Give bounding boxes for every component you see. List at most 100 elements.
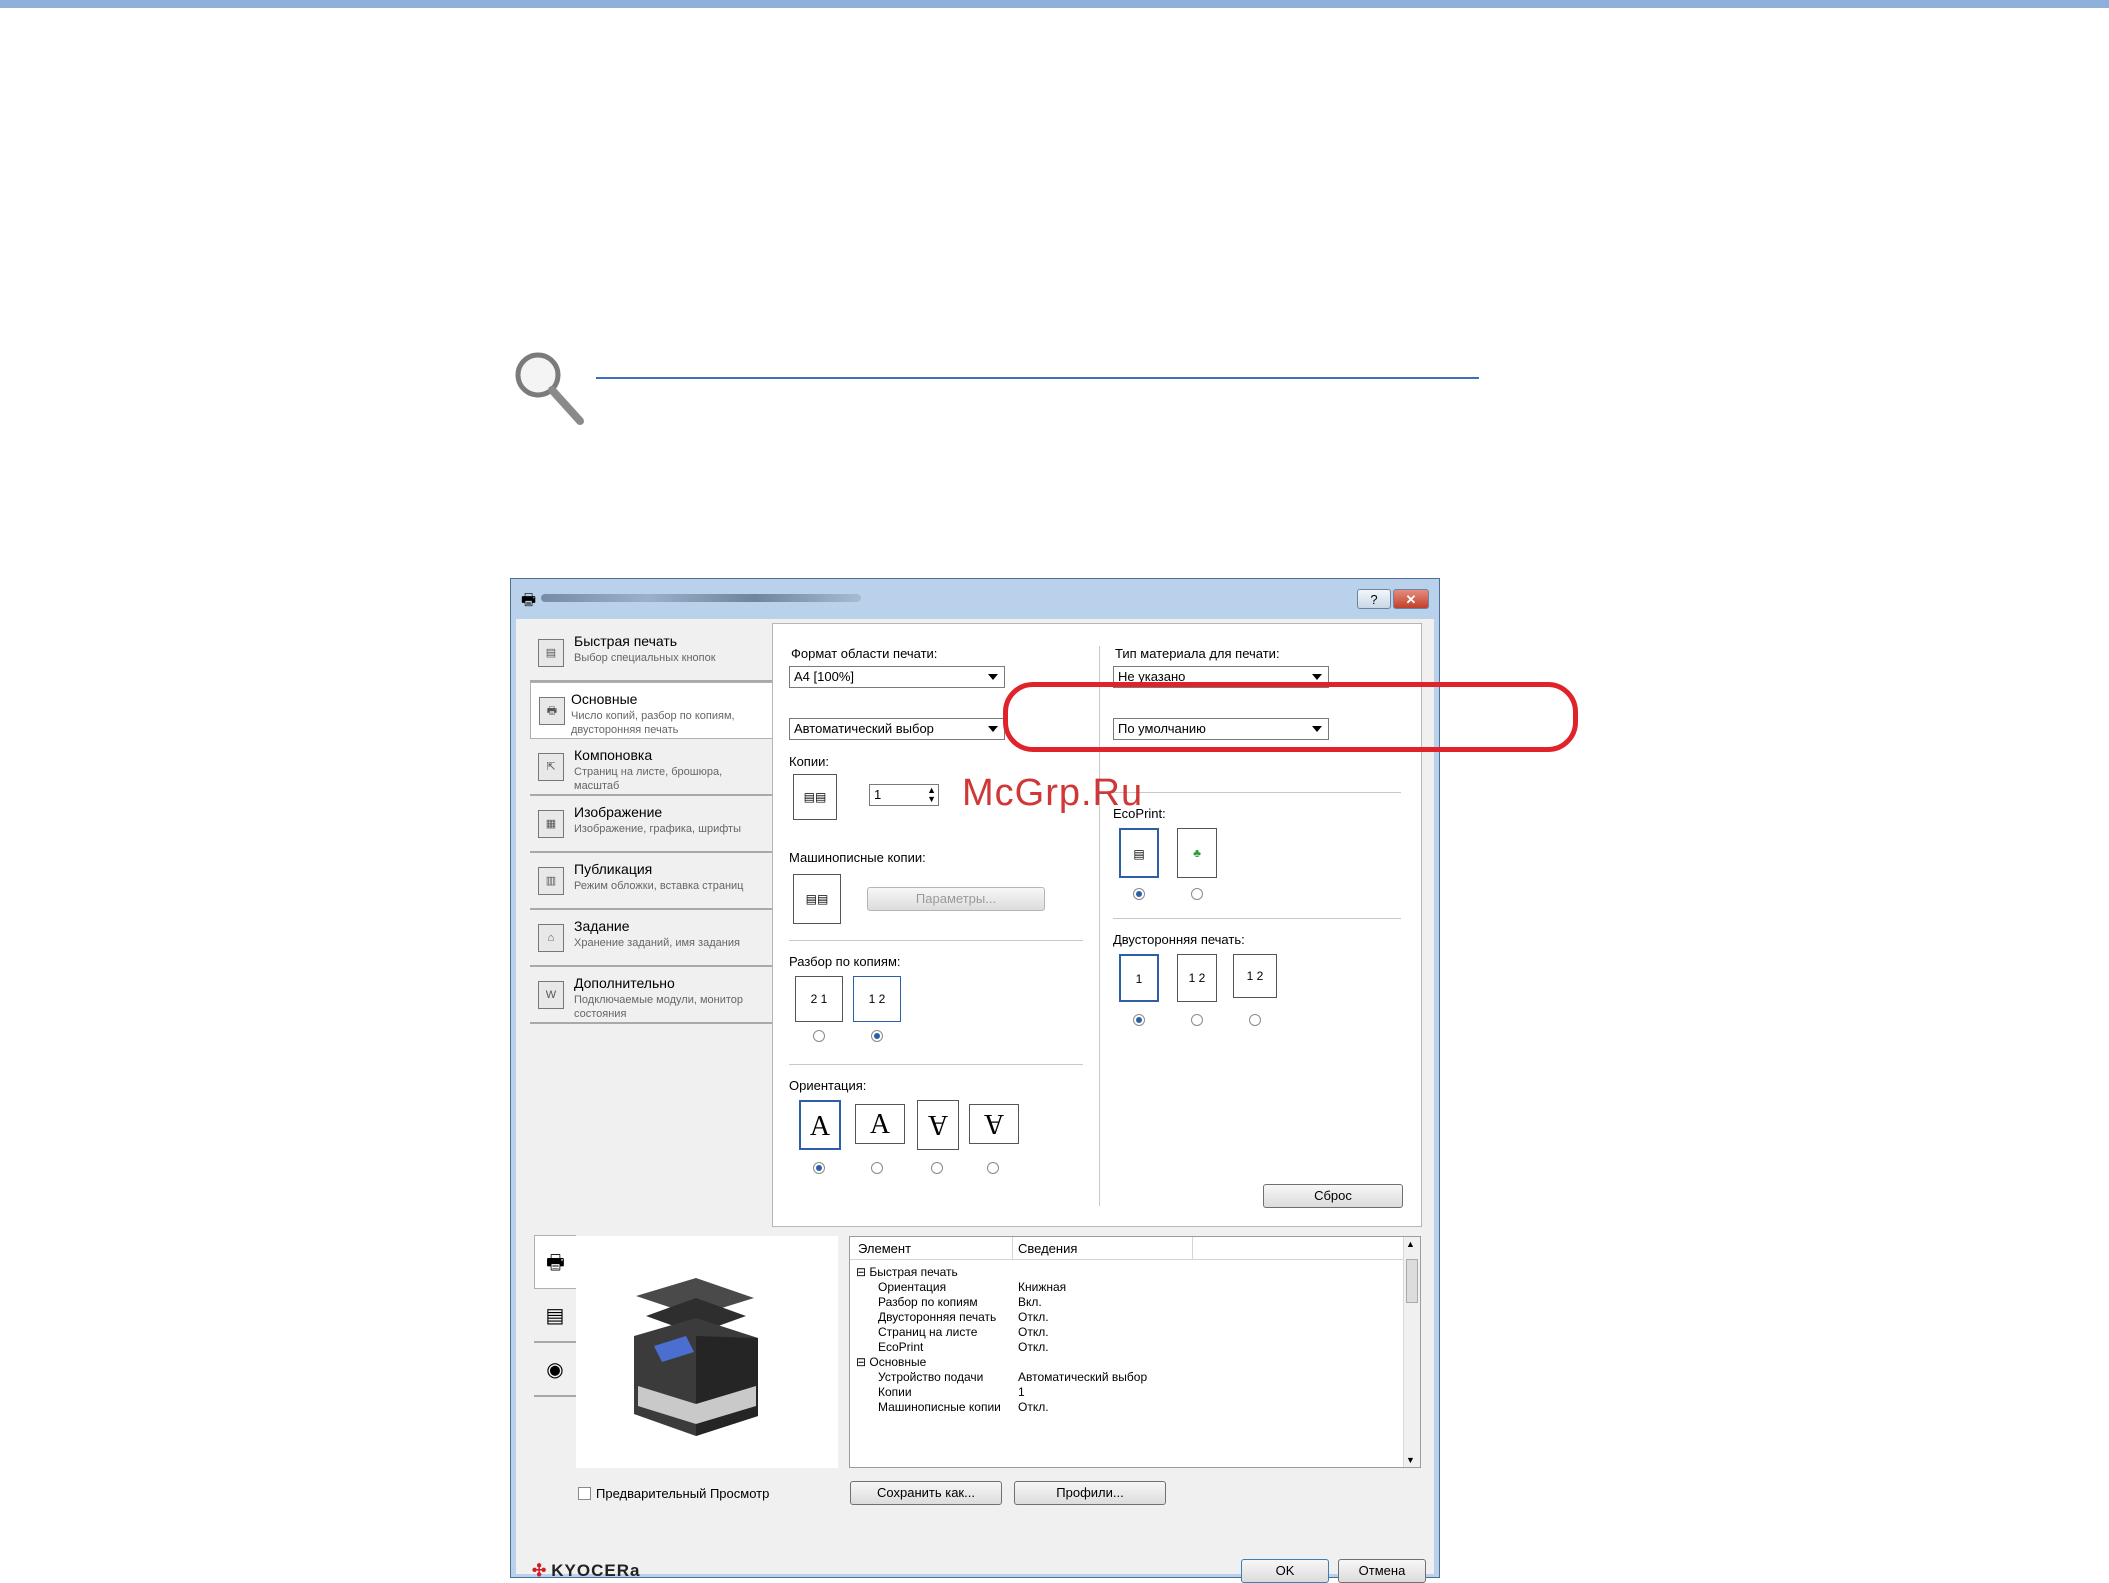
media-type-value: Не указано [1118, 669, 1186, 684]
nav-subtitle: Страниц на листе, брошюра, масштаб [574, 766, 723, 792]
layout-icon: ⇱ [538, 753, 564, 781]
ok-button[interactable]: OK [1241, 1559, 1329, 1583]
orientation-landscape-rotated-radio[interactable] [987, 1162, 999, 1174]
divider [789, 1064, 1083, 1065]
collate-off-radio[interactable] [813, 1030, 825, 1042]
duplex-off-icon: 1 [1119, 954, 1159, 1002]
nav-item-advanced[interactable]: W Дополнительно Подключаемые модули, мон… [530, 967, 772, 1024]
print-size-label: Формат области печати: [791, 646, 938, 661]
publishing-icon: ▥ [538, 867, 564, 895]
nav-subtitle: Изображение, графика, шрифты [574, 823, 741, 835]
nav-item-layout[interactable]: ⇱ Компоновка Страниц на листе, брошюра, … [530, 739, 772, 796]
chevron-down-icon [1312, 674, 1322, 680]
summary-value: Откл. [1018, 1325, 1049, 1339]
title-bar: 🖶 ? ✕ [511, 579, 1439, 619]
summary-value: Автоматический выбор [1018, 1370, 1148, 1384]
image-icon: ▦ [538, 810, 564, 838]
nav-subtitle: Подключаемые модули, монитор состояния [574, 994, 744, 1020]
chevron-down-icon [988, 726, 998, 732]
chevron-down-icon [988, 674, 998, 680]
params-button[interactable]: Параметры... [867, 887, 1045, 911]
paper-source-value: Автоматический выбор [794, 721, 934, 736]
carbon-copies-label: Машинописные копии: [789, 850, 926, 865]
dialog-client-area: ▤ Быстрая печать Выбор специальных кнопо… [516, 619, 1578, 1583]
summary-row: Машинописные копии [878, 1400, 1001, 1414]
summary-row: Страниц на листе [878, 1325, 978, 1339]
printer-device-image [634, 1278, 758, 1436]
spin-arrows-icon: ▲ ▼ [927, 785, 936, 804]
nav-title: Быстрая печать [574, 633, 678, 649]
uncollated-icon: 2 1 [795, 976, 843, 1022]
summary-value: Откл. [1018, 1400, 1049, 1414]
basic-settings-panel: Формат области печати: A4 [100%] Тип мат… [772, 623, 1578, 1227]
page-preview-tab[interactable]: ▤ [534, 1289, 576, 1343]
copies-value: 1 [874, 787, 882, 802]
close-button[interactable]: ✕ [1393, 589, 1429, 609]
top-accent-bar [0, 0, 2109, 8]
nav-item-image[interactable]: ▦ Изображение Изображение, графика, шриф… [530, 796, 772, 853]
ecoprint-on-icon: ♣ [1177, 828, 1217, 878]
summary-row: Ориентация [878, 1280, 947, 1294]
duplex-long-edge-radio[interactable] [1191, 1014, 1203, 1026]
scroll-thumb[interactable] [1406, 1259, 1418, 1303]
portrait-rotated-icon: A [917, 1100, 959, 1150]
divider [1113, 918, 1401, 919]
help-button[interactable]: ? [1357, 589, 1391, 609]
media-type-select[interactable]: Не указано [1113, 666, 1329, 688]
duplex-off-radio[interactable] [1133, 1014, 1145, 1026]
copies-stepper[interactable]: 1 ▲ ▼ [869, 784, 939, 806]
landscape-rotated-icon: A [969, 1104, 1019, 1144]
duplex-short-edge-radio[interactable] [1249, 1014, 1261, 1026]
info-column-header: Сведения [1018, 1241, 1078, 1256]
printer-preview-tab[interactable]: 🖶 [534, 1235, 576, 1289]
output-tray-select[interactable]: По умолчанию [1113, 718, 1329, 740]
kyocera-mark-icon: ✣ [532, 1561, 548, 1580]
nav-subtitle: Выбор специальных кнопок [574, 652, 716, 664]
duplex-short-edge-icon: 1 2 [1233, 954, 1277, 998]
device-preview [576, 1236, 838, 1468]
scroll-down-icon[interactable]: ▼ [1406, 1455, 1415, 1465]
summary-value: 1 [1018, 1385, 1025, 1399]
print-size-select[interactable]: A4 [100%] [789, 666, 1005, 688]
collate-on-radio[interactable] [871, 1030, 883, 1042]
ecoprint-off-radio[interactable] [1133, 888, 1145, 900]
nav-title: Дополнительно [574, 975, 675, 991]
cancel-button[interactable]: Отмена [1338, 1559, 1426, 1583]
basic-icon: 🖶 [539, 697, 565, 725]
preview-checkbox-label: Предварительный Просмотр [596, 1486, 770, 1501]
nav-subtitle: Хранение заданий, имя задания [574, 937, 740, 949]
kyocera-logo: ✣ KYOCERa [532, 1561, 641, 1580]
save-as-button[interactable]: Сохранить как... [850, 1481, 1002, 1505]
divider [1113, 792, 1401, 793]
callout-highlight [1003, 682, 1578, 752]
scroll-up-icon[interactable]: ▲ [1406, 1239, 1415, 1249]
duplex-label: Двусторонняя печать: [1113, 932, 1245, 947]
profiles-button[interactable]: Профили... [1014, 1481, 1166, 1505]
media-type-label: Тип материала для печати: [1115, 646, 1280, 661]
settings-summary-list[interactable]: Элемент Сведения ⊟ Быстрая печать Ориент… [849, 1236, 1421, 1468]
orientation-landscape-radio[interactable] [871, 1162, 883, 1174]
summary-group-row: ⊟ Быстрая печать [856, 1265, 958, 1279]
orientation-portrait-radio[interactable] [813, 1162, 825, 1174]
summary-group-row: ⊟ Основные [856, 1355, 927, 1369]
nav-item-basic[interactable]: 🖶 Основные Число копий, разбор по копиям… [530, 682, 774, 739]
ecoprint-off-icon: ▤ [1119, 828, 1159, 878]
paper-source-select[interactable]: Автоматический выбор [789, 718, 1005, 740]
summary-value: Книжная [1018, 1280, 1067, 1294]
summary-row: Устройство подачи [878, 1370, 984, 1384]
nav-item-job[interactable]: ⌂ Задание Хранение заданий, имя задания [530, 910, 772, 967]
nav-item-quick-print[interactable]: ▤ Быстрая печать Выбор специальных кнопо… [530, 625, 772, 682]
divider [789, 940, 1083, 941]
summary-row: Двусторонняя печать [878, 1310, 997, 1324]
column-divider [1099, 646, 1100, 1206]
ecoprint-on-radio[interactable] [1191, 888, 1203, 900]
orientation-portrait-rotated-radio[interactable] [931, 1162, 943, 1174]
preview-checkbox[interactable] [578, 1487, 591, 1500]
reset-button[interactable]: Сброс [1263, 1184, 1403, 1208]
reference-rule [596, 377, 1479, 379]
nav-item-publishing[interactable]: ▥ Публикация Режим обложки, вставка стра… [530, 853, 772, 910]
summary-header: Элемент Сведения [850, 1237, 1405, 1260]
summary-scrollbar[interactable]: ▲ ▼ [1403, 1237, 1420, 1467]
preview-tabs: 🖶 ▤ ◉ [534, 1235, 576, 1397]
color-preview-tab[interactable]: ◉ [534, 1343, 576, 1397]
